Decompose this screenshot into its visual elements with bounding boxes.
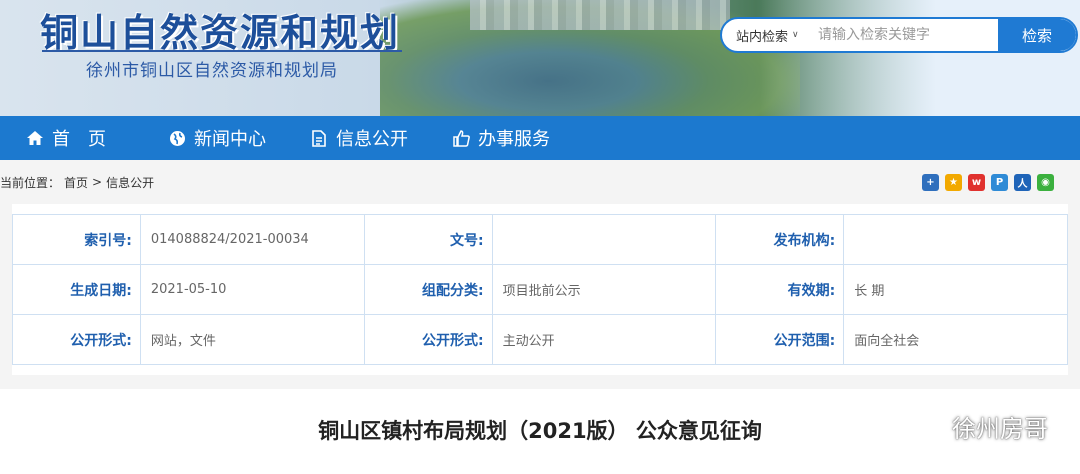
breadcrumb-separator: > [92,175,103,189]
field-value: 项目批前公示 [491,264,717,315]
field-label: 有效期: [715,264,845,315]
field-value [843,214,1068,265]
header-banner: 铜山自然资源和规划 徐州市铜山区自然资源和规划局 站内检索 ∨ 检索 [0,0,1080,116]
document-icon [310,129,328,147]
plus-share-icon[interactable]: + [922,173,939,191]
field-label: 公开范围: [715,314,845,365]
article-header: 铜山区镇村布局规划（2021版） 公众意见征询 徐州房哥 [0,389,1080,474]
search-button[interactable]: 检索 [998,19,1076,51]
search-scope-label: 站内检索 [736,29,789,45]
site-subtitle: 徐州市铜山区自然资源和规划局 [86,61,338,81]
breadcrumb: 当前位置： 首页 > 信息公开 [0,174,154,191]
watermark: 徐州房哥 [912,409,1048,444]
site-title: 铜山自然资源和规划 [40,11,401,55]
field-label: 公开形式: [363,314,493,365]
watermark-text: 徐州房哥 [952,415,1048,443]
field-value [491,214,717,265]
nav-item-home[interactable]: 首页 [26,125,124,151]
share-buttons: + ★ w P 人 ◉ [922,173,1054,191]
field-value: 2021-05-10 [139,264,365,315]
thumbs-up-icon [452,129,470,147]
breadcrumb-current-link[interactable]: 信息公开 [106,174,154,191]
globe-icon [168,129,186,147]
search-scope-select[interactable]: 站内检索 ∨ [722,26,808,45]
home-icon [26,129,44,147]
info-table: 索引号: 014088824/2021-00034 文号: 发布机构: 生成日期… [12,214,1068,365]
breadcrumb-bar: 当前位置： 首页 > 信息公开 + ★ w P 人 ◉ [0,160,1080,204]
chevron-down-icon: ∨ [792,30,799,40]
main-nav: 首页 新闻中心 信息公开 办事服务 [0,116,1080,160]
tencent-share-icon[interactable]: P [991,173,1008,191]
wechat-share-icon[interactable]: ◉ [1037,173,1054,191]
nav-item-info-public[interactable]: 信息公开 [310,125,408,151]
qzone-share-icon[interactable]: ★ [945,173,962,191]
field-value: 主动公开 [491,314,717,365]
field-value: 面向全社会 [843,314,1068,365]
field-label: 公开形式: [12,314,141,365]
table-row: 索引号: 014088824/2021-00034 文号: 发布机构: [12,214,1068,265]
nav-label: 信息公开 [336,129,408,150]
wechat-logo-icon [912,410,946,444]
banner-city-image [470,0,730,30]
field-value: 网站，文件 [139,314,365,365]
nav-label: 新闻中心 [194,129,266,150]
search-input[interactable] [808,19,998,51]
table-row: 公开形式: 网站，文件 公开形式: 主动公开 公开范围: 面向全社会 [12,314,1068,365]
field-label: 发布机构: [715,214,845,265]
field-label: 文号: [363,214,493,265]
field-label: 组配分类: [363,264,493,315]
field-value: 长 期 [843,264,1068,315]
weibo-share-icon[interactable]: w [968,173,985,191]
table-row: 生成日期: 2021-05-10 组配分类: 项目批前公示 有效期: 长 期 [12,264,1068,315]
title-underline [42,50,402,52]
search-box: 站内检索 ∨ 检索 [720,17,1078,53]
field-value: 014088824/2021-00034 [139,214,365,265]
field-label: 索引号: [12,214,141,265]
nav-item-services[interactable]: 办事服务 [452,125,550,151]
info-panel: 索引号: 014088824/2021-00034 文号: 发布机构: 生成日期… [12,204,1068,375]
breadcrumb-prefix: 当前位置： [0,175,61,190]
nav-label: 首页 [52,129,124,150]
renren-share-icon[interactable]: 人 [1014,173,1031,191]
field-label: 生成日期: [12,264,141,315]
breadcrumb-home-link[interactable]: 首页 [64,174,88,191]
nav-label: 办事服务 [478,129,550,150]
nav-item-news[interactable]: 新闻中心 [168,125,266,151]
